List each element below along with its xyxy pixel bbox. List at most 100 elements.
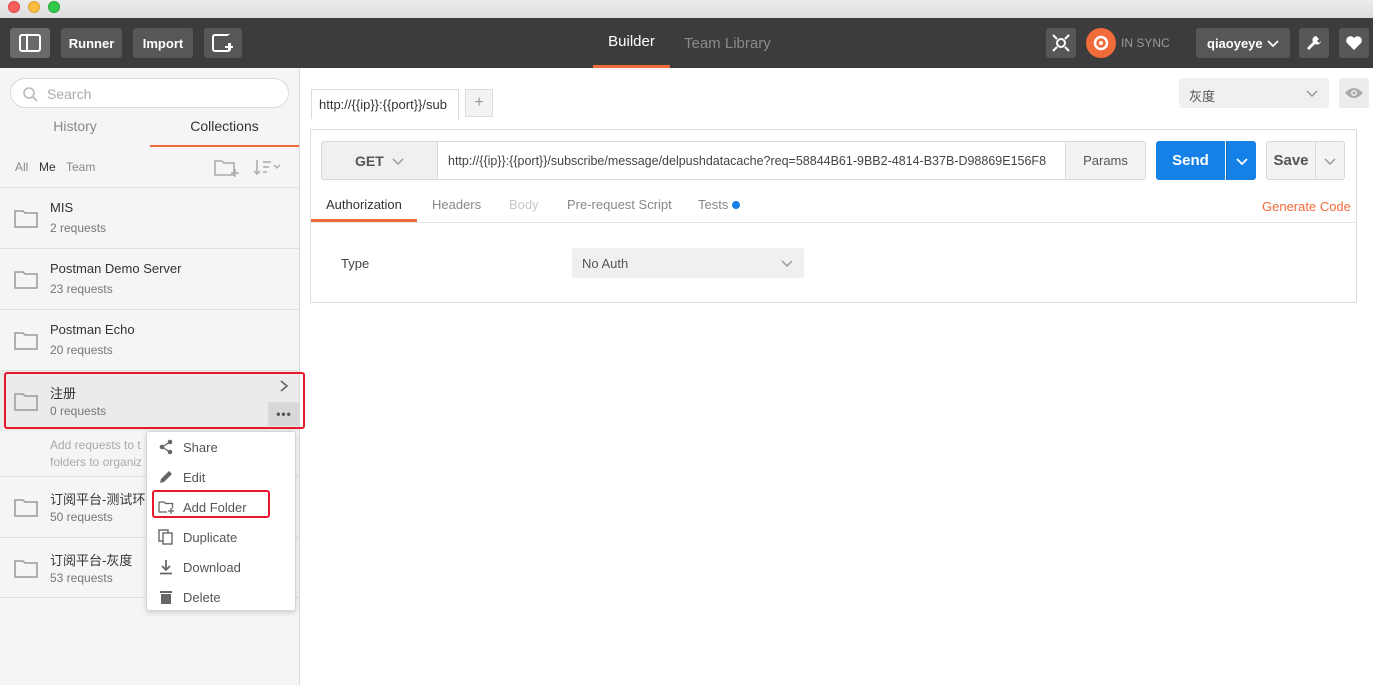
params-button[interactable]: Params xyxy=(1065,141,1146,180)
menu-item-label: Share xyxy=(183,440,218,455)
collection-name: MIS xyxy=(50,200,74,215)
share-icon xyxy=(159,439,173,455)
folder-icon xyxy=(14,271,38,289)
auth-type-value: No Auth xyxy=(582,256,629,271)
tab-pre-request-script[interactable]: Pre-request Script xyxy=(567,197,672,212)
menu-item-edit[interactable]: Edit xyxy=(147,462,295,492)
auth-type-label: Type xyxy=(341,256,370,271)
empty-collection-hint: folders to organiz xyxy=(50,455,143,469)
new-window-button[interactable] xyxy=(204,28,242,58)
menu-item-label: Duplicate xyxy=(183,530,238,545)
filter-me[interactable]: Me xyxy=(39,160,56,174)
import-button[interactable]: Import xyxy=(133,28,193,58)
collection-item[interactable]: Postman Demo Server 23 requests xyxy=(0,248,299,309)
environment-select[interactable]: 灰度 xyxy=(1179,78,1329,108)
folder-icon xyxy=(14,332,38,350)
wrench-icon xyxy=(1307,36,1321,50)
tab-authorization[interactable]: Authorization xyxy=(326,197,402,212)
delete-icon xyxy=(160,591,172,604)
search-icon xyxy=(23,87,38,102)
chevron-down-icon xyxy=(1324,157,1336,165)
tab-team-library[interactable]: Team Library xyxy=(684,18,771,68)
collection-count: 23 requests xyxy=(50,282,113,296)
sync-status-button[interactable] xyxy=(1086,28,1116,58)
user-name: qiaoyeye xyxy=(1207,35,1263,51)
folder-icon xyxy=(14,210,38,228)
runner-button[interactable]: Runner xyxy=(61,28,122,58)
chevron-right-icon xyxy=(280,379,289,392)
method-value: GET xyxy=(355,153,384,169)
window-minimize-button[interactable] xyxy=(28,1,40,13)
sort-icon[interactable] xyxy=(253,158,283,176)
sidebar-toggle-icon xyxy=(19,34,41,52)
selected-collection-highlight xyxy=(4,372,305,429)
send-options-button[interactable] xyxy=(1226,141,1256,180)
menu-item-label: Download xyxy=(183,560,241,575)
collection-count: 20 requests xyxy=(50,343,113,357)
tab-history[interactable]: History xyxy=(0,118,150,147)
new-collection-icon[interactable] xyxy=(214,157,240,177)
tab-tests[interactable]: Tests xyxy=(698,197,728,212)
search-placeholder: Search xyxy=(47,86,92,102)
collection-name: Postman Echo xyxy=(50,322,135,337)
chevron-down-icon xyxy=(1235,157,1248,165)
save-button[interactable]: Save xyxy=(1266,141,1316,180)
menu-item-share[interactable]: Share xyxy=(147,432,295,462)
save-options-button[interactable] xyxy=(1315,141,1345,180)
user-menu-button[interactable]: qiaoyeye xyxy=(1196,28,1290,58)
window-title-bar xyxy=(0,0,1373,18)
collection-context-menu: Share Edit Add Folder Duplicate Download… xyxy=(146,431,296,611)
menu-item-label: Delete xyxy=(183,590,221,605)
edit-icon xyxy=(160,471,172,483)
menu-item-duplicate[interactable]: Duplicate xyxy=(147,522,295,552)
collection-name: 订阅平台-测试环 xyxy=(50,492,146,507)
environment-quick-look-button[interactable] xyxy=(1339,78,1369,108)
filter-team[interactable]: Team xyxy=(66,160,95,174)
interceptor-icon xyxy=(1052,34,1070,52)
environment-value: 灰度 xyxy=(1189,89,1216,104)
collection-name: 订阅平台-灰度 xyxy=(50,553,133,568)
window-maximize-button[interactable] xyxy=(48,1,60,13)
collection-more-button[interactable]: ••• xyxy=(268,402,300,426)
chevron-down-icon xyxy=(1267,40,1279,48)
collection-item[interactable]: Postman Echo 20 requests xyxy=(0,309,299,370)
empty-collection-hint: Add requests to t xyxy=(50,438,141,452)
menu-item-download[interactable]: Download xyxy=(147,552,295,582)
chevron-down-icon xyxy=(392,158,404,166)
tab-divider xyxy=(311,222,1356,223)
generate-code-link[interactable]: Generate Code xyxy=(1262,199,1351,214)
url-input[interactable]: http://{{ip}}:{{port}}/subscribe/message… xyxy=(437,141,1066,180)
tab-body[interactable]: Body xyxy=(509,197,539,212)
collection-count: 50 requests xyxy=(50,510,113,524)
collection-count: 53 requests xyxy=(50,571,113,585)
collection-count: 2 requests xyxy=(50,221,107,235)
favorite-button[interactable] xyxy=(1339,28,1369,58)
sync-status-label: IN SYNC xyxy=(1121,36,1170,50)
tab-builder[interactable]: Builder xyxy=(593,18,670,68)
menu-item-label: Edit xyxy=(183,470,206,485)
method-select[interactable]: GET xyxy=(321,141,438,180)
folder-icon xyxy=(14,560,38,578)
menu-item-delete[interactable]: Delete xyxy=(147,582,295,612)
send-button[interactable]: Send xyxy=(1156,141,1225,180)
download-icon xyxy=(160,560,172,575)
chevron-down-icon xyxy=(781,260,793,268)
sidebar-toggle-button[interactable] xyxy=(10,28,50,58)
auth-type-select[interactable]: No Auth xyxy=(572,248,804,278)
filter-all[interactable]: All xyxy=(15,160,28,174)
collection-item[interactable]: MIS 2 requests xyxy=(0,187,299,248)
tab-headers[interactable]: Headers xyxy=(432,197,481,212)
add-folder-highlight xyxy=(152,490,270,518)
new-tab-button[interactable]: + xyxy=(465,89,493,117)
folder-icon xyxy=(14,499,38,517)
settings-button[interactable] xyxy=(1299,28,1329,58)
chevron-down-icon xyxy=(1306,90,1318,98)
window-close-button[interactable] xyxy=(8,1,20,13)
tests-indicator-dot xyxy=(732,201,740,209)
tab-collections[interactable]: Collections xyxy=(150,118,299,147)
expand-collection-button[interactable] xyxy=(268,372,300,399)
heart-icon xyxy=(1346,36,1362,50)
interceptor-button[interactable] xyxy=(1046,28,1076,58)
search-input[interactable]: Search xyxy=(10,78,289,108)
request-tab[interactable]: http://{{ip}}:{{port}}/sub xyxy=(311,89,459,119)
